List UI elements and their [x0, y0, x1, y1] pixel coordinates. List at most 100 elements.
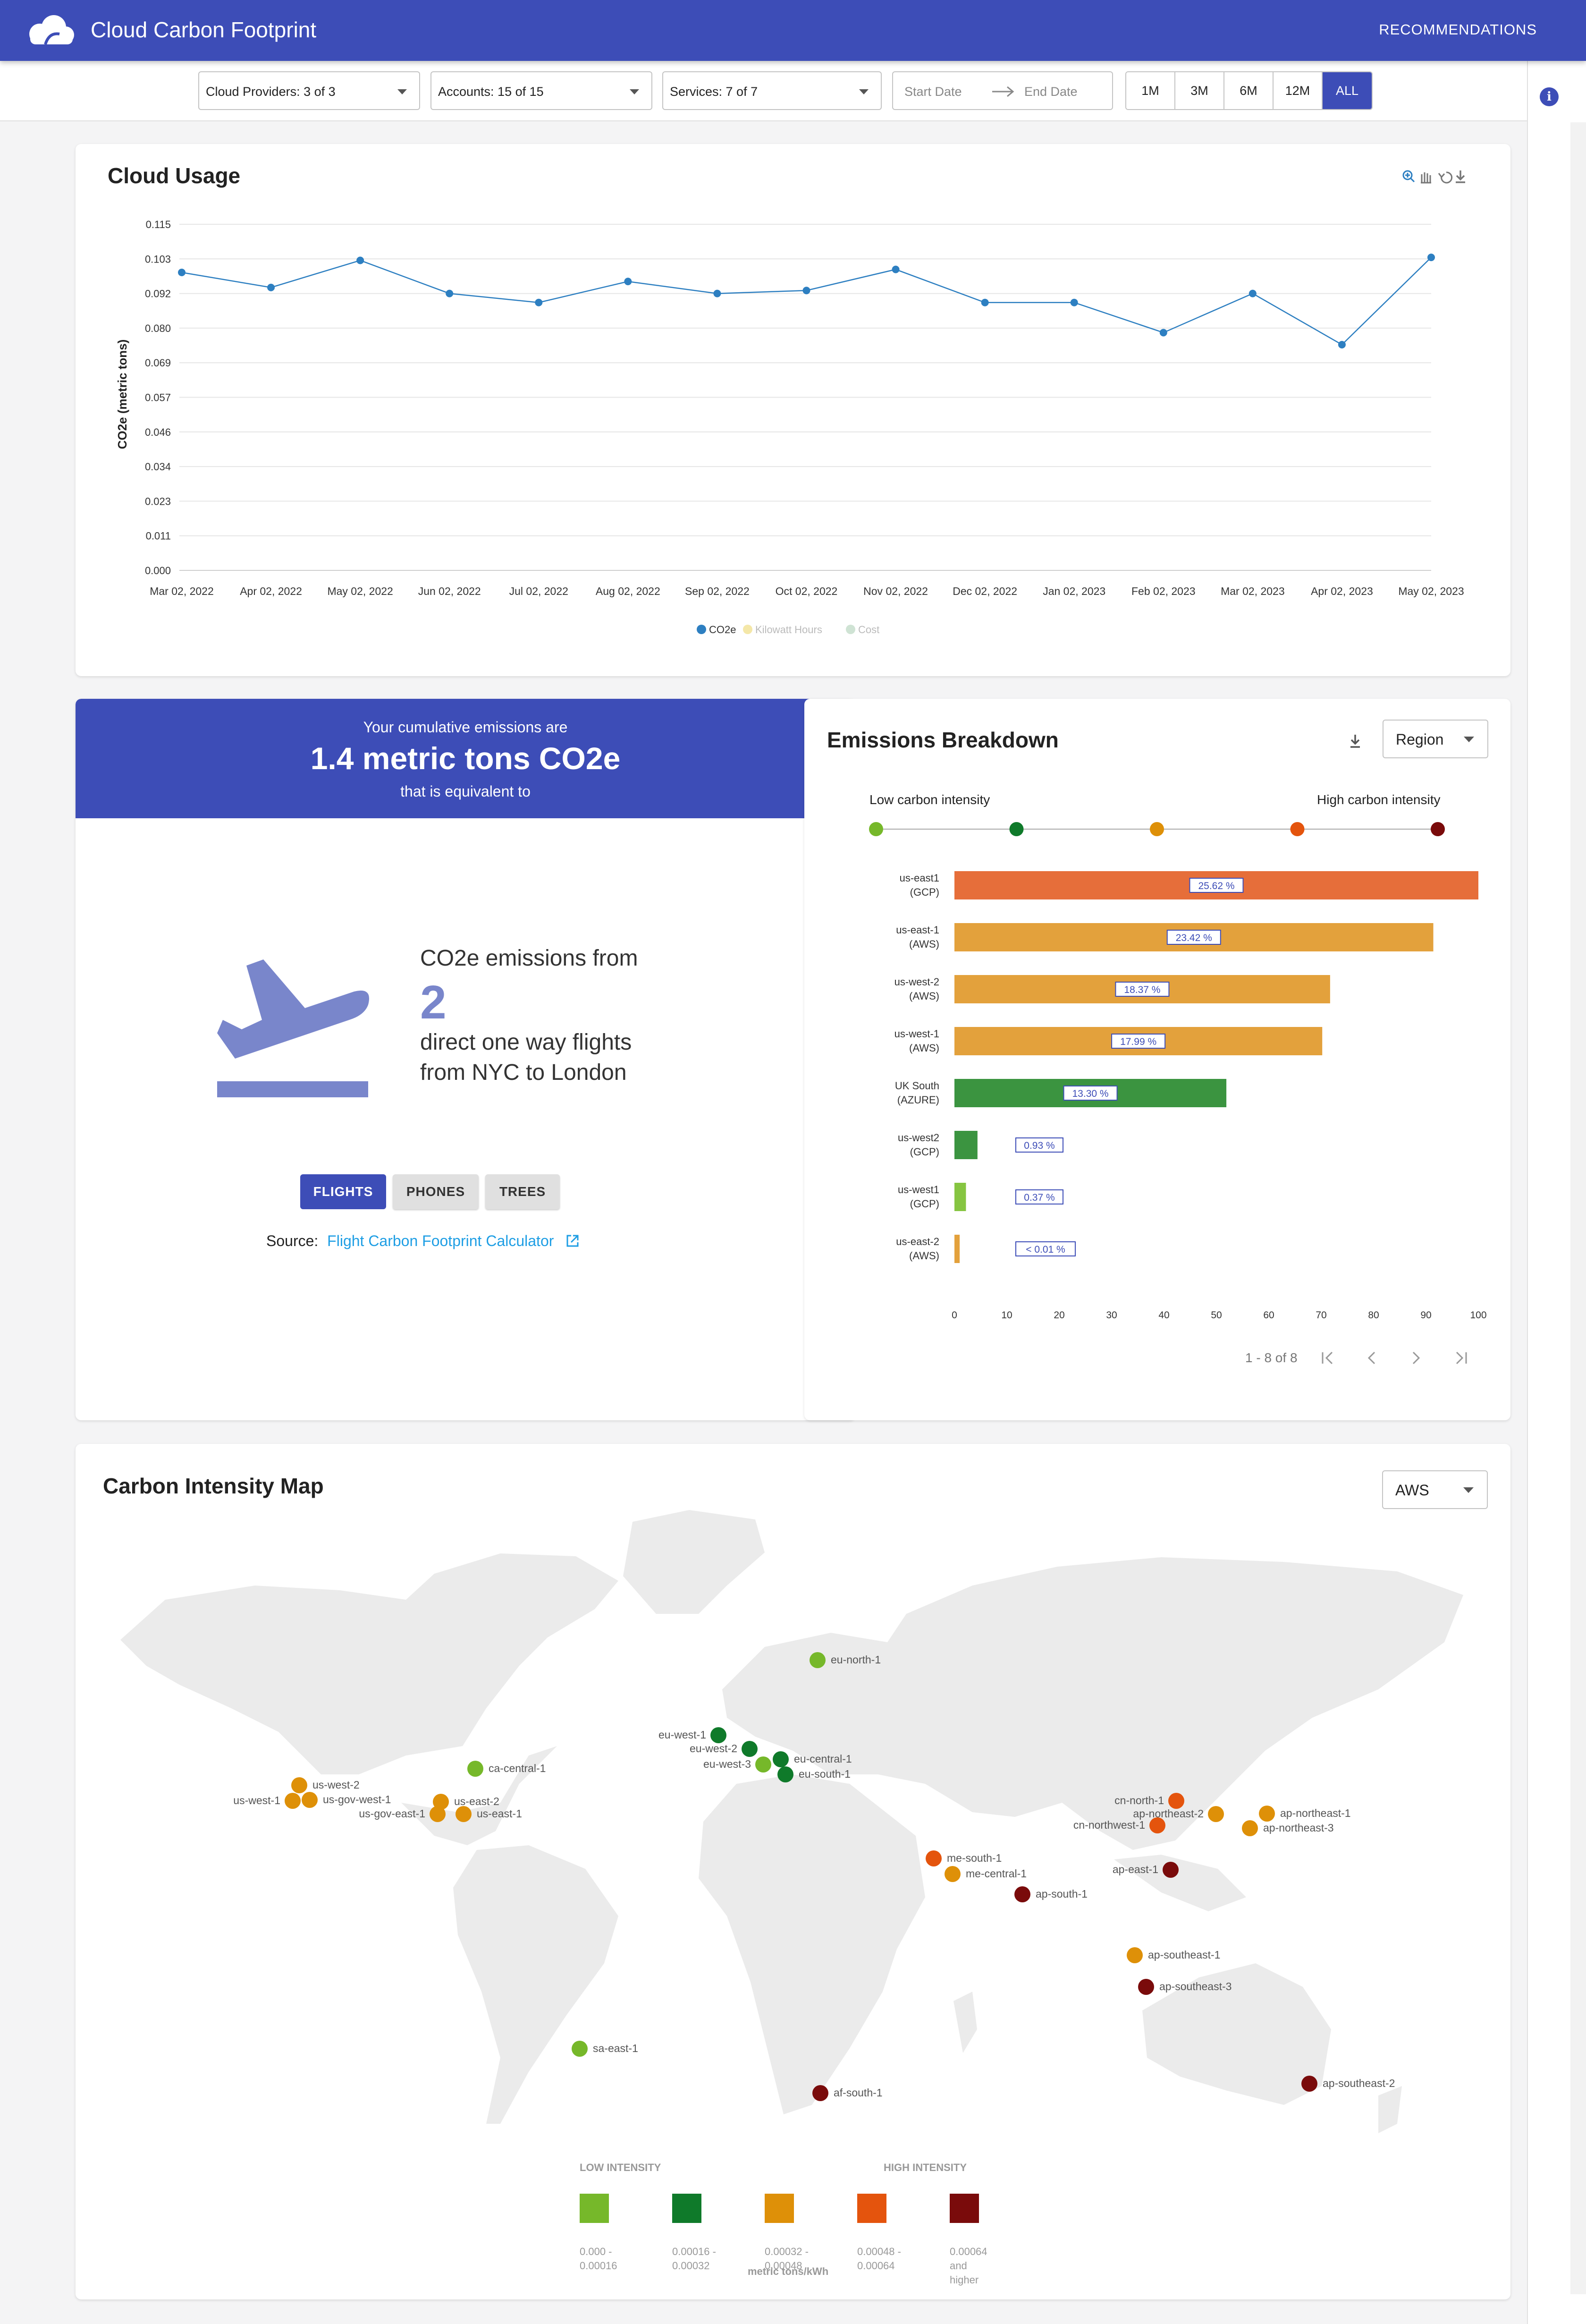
region-marker-us-east-2[interactable] — [433, 1794, 449, 1810]
chevron-down-icon — [630, 89, 639, 94]
legend-marker[interactable] — [743, 625, 752, 634]
range-3m-button[interactable]: 3M — [1175, 72, 1224, 109]
region-marker-ap-northeast-1[interactable] — [1259, 1806, 1275, 1822]
scrollbar-track[interactable] — [1570, 122, 1586, 2294]
legend-marker[interactable] — [846, 625, 855, 634]
range-all-button[interactable]: ALL — [1323, 72, 1372, 109]
legend-label[interactable]: Kilowatt Hours — [755, 624, 822, 636]
region-marker-eu-west-1[interactable] — [710, 1727, 726, 1743]
data-point[interactable] — [1427, 254, 1435, 262]
data-point[interactable] — [446, 289, 454, 297]
legend-marker[interactable] — [697, 625, 706, 634]
x-tick-label: Mar 02, 2022 — [150, 585, 214, 597]
next-page-icon[interactable] — [1412, 1351, 1420, 1365]
x-tick-label: 0 — [952, 1310, 957, 1321]
legend-low-label: LOW INTENSITY — [580, 2162, 661, 2173]
external-link-icon[interactable] — [565, 1233, 581, 1249]
equivalency-line1: direct one way flights — [420, 1030, 632, 1055]
data-point[interactable] — [802, 287, 810, 295]
region-label: ap-east-1 — [1112, 1863, 1158, 1875]
data-point[interactable] — [981, 298, 989, 306]
region-marker-ap-southeast-3[interactable] — [1138, 1979, 1154, 1995]
end-date-input[interactable]: End Date — [1024, 85, 1078, 99]
recommendations-link[interactable]: RECOMMENDATIONS — [1379, 21, 1537, 38]
region-marker-eu-west-2[interactable] — [742, 1741, 758, 1757]
x-tick-label: 90 — [1420, 1310, 1431, 1321]
region-marker-eu-north-1[interactable] — [810, 1652, 826, 1668]
region-marker-ap-southeast-2[interactable] — [1301, 2076, 1317, 2092]
data-point[interactable] — [178, 268, 186, 276]
category-label: UK South — [895, 1080, 939, 1092]
region-marker-ca-central-1[interactable] — [467, 1761, 483, 1777]
data-point[interactable] — [1159, 329, 1167, 337]
region-marker-ap-east-1[interactable] — [1163, 1862, 1179, 1878]
start-date-input[interactable]: Start Date — [904, 85, 962, 99]
data-point[interactable] — [1249, 289, 1257, 297]
region-marker-sa-east-1[interactable] — [572, 2041, 588, 2057]
bar[interactable] — [954, 1131, 978, 1159]
region-marker-eu-south-1[interactable] — [777, 1766, 793, 1782]
data-point[interactable] — [535, 298, 543, 306]
data-point[interactable] — [713, 289, 721, 297]
x-tick-label: Apr 02, 2023 — [1311, 585, 1373, 597]
region-marker-us-east-1[interactable] — [456, 1806, 472, 1822]
data-point[interactable] — [356, 256, 364, 264]
data-point[interactable] — [892, 265, 900, 273]
range-12m-button[interactable]: 12M — [1274, 72, 1323, 109]
region-marker-cn-northwest-1[interactable] — [1149, 1817, 1165, 1833]
region-marker-cn-north-1[interactable] — [1168, 1793, 1184, 1809]
region-marker-me-central-1[interactable] — [945, 1866, 961, 1882]
region-marker-ap-south-1[interactable] — [1014, 1886, 1030, 1902]
category-provider-label: (AWS) — [909, 1042, 939, 1054]
date-range-picker[interactable]: Start Date End Date — [892, 71, 1113, 110]
data-point[interactable] — [624, 278, 632, 286]
last-page-icon[interactable] — [1456, 1351, 1467, 1365]
x-tick-label: May 02, 2022 — [327, 585, 393, 597]
region-marker-af-south-1[interactable] — [812, 2085, 828, 2101]
region-marker-ap-northeast-2[interactable] — [1208, 1806, 1224, 1822]
x-tick-label: 30 — [1106, 1310, 1117, 1321]
region-label: sa-east-1 — [593, 2042, 638, 2054]
region-label: eu-south-1 — [799, 1768, 851, 1780]
legend-label[interactable]: Cost — [858, 624, 879, 636]
bar[interactable] — [954, 1235, 960, 1263]
data-point[interactable] — [267, 283, 275, 291]
pagination-controls — [1322, 1351, 1467, 1365]
range-1m-button[interactable]: 1M — [1126, 72, 1175, 109]
region-marker-ap-northeast-3[interactable] — [1242, 1820, 1258, 1836]
region-label: ap-southeast-2 — [1323, 2077, 1395, 2089]
phones-tab-button[interactable]: PHONES — [393, 1174, 479, 1209]
y-tick-label: 0.115 — [146, 219, 171, 230]
bar-value-label: 0.93 % — [1024, 1140, 1055, 1151]
region-marker-eu-central-1[interactable] — [773, 1751, 789, 1767]
services-dropdown[interactable]: Services: 7 of 7 — [662, 71, 882, 110]
region-marker-ap-southeast-1[interactable] — [1127, 1947, 1143, 1963]
info-icon[interactable]: i — [1540, 87, 1559, 106]
accounts-dropdown[interactable]: Accounts: 15 of 15 — [430, 71, 652, 110]
trees-tab-button[interactable]: TREES — [485, 1174, 560, 1209]
cloud-providers-label: Cloud Providers: 3 of 3 — [206, 85, 336, 99]
legend-label[interactable]: CO2e — [709, 624, 736, 636]
emissions-breakdown-card: Emissions Breakdown Region Low carbon in… — [804, 699, 1510, 1420]
legend-range-label: 0.00032 — [672, 2260, 710, 2272]
region-marker-eu-west-3[interactable] — [755, 1756, 771, 1773]
bar[interactable] — [954, 1183, 966, 1211]
source-link[interactable]: Flight Carbon Footprint Calculator — [327, 1232, 554, 1249]
prev-page-icon[interactable] — [1367, 1351, 1375, 1365]
region-marker-us-west-2[interactable] — [291, 1777, 307, 1793]
data-point[interactable] — [1338, 340, 1346, 348]
region-label: eu-west-1 — [658, 1729, 706, 1741]
region-marker-me-south-1[interactable] — [926, 1850, 942, 1866]
region-marker-us-gov-west-1[interactable] — [302, 1792, 318, 1808]
x-tick-label: 60 — [1263, 1310, 1274, 1321]
cloud-logo-icon — [29, 15, 74, 45]
range-6m-button[interactable]: 6M — [1224, 72, 1274, 109]
x-tick-label: May 02, 2023 — [1398, 585, 1464, 597]
data-point[interactable] — [1070, 298, 1078, 306]
flights-tab-button[interactable]: FLIGHTS — [300, 1174, 386, 1209]
cloud-providers-dropdown[interactable]: Cloud Providers: 3 of 3 — [198, 71, 420, 110]
region-marker-us-west-1[interactable] — [285, 1793, 301, 1809]
x-tick-label: 10 — [1001, 1310, 1012, 1321]
category-label: us-east-2 — [896, 1236, 939, 1247]
first-page-icon[interactable] — [1322, 1351, 1333, 1365]
